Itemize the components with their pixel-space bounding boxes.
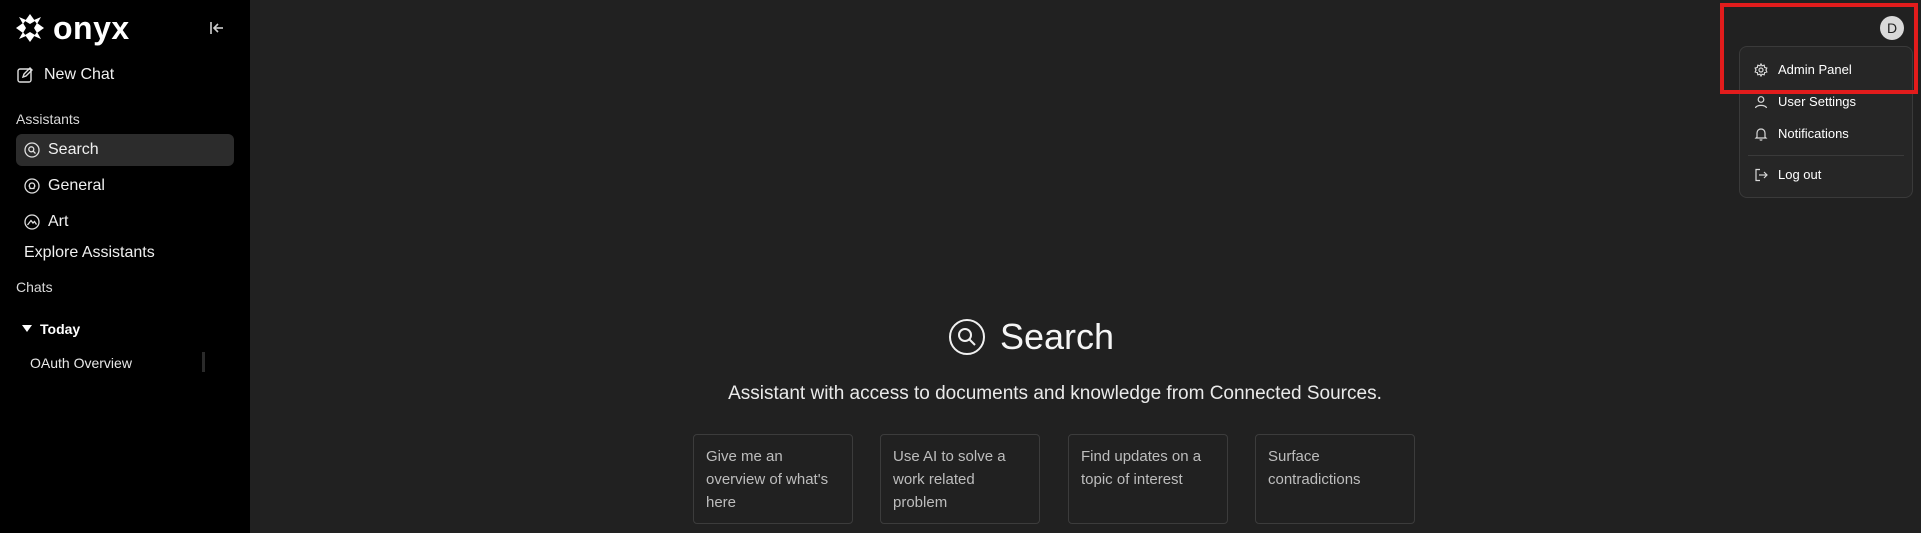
user-avatar[interactable]: D — [1880, 16, 1904, 40]
assistant-label: Search — [48, 141, 99, 158]
menu-item-label: Notifications — [1778, 126, 1849, 141]
gear-icon — [1754, 62, 1768, 77]
menu-item-label: Log out — [1778, 167, 1822, 182]
chat-item-oauth-overview[interactable]: OAuth Overview — [30, 355, 132, 371]
new-chat-button[interactable]: New Chat — [16, 66, 114, 84]
assistant-header: Search — [948, 317, 1114, 357]
search-icon — [24, 142, 40, 158]
caret-down-icon — [22, 325, 32, 332]
explore-assistants-link[interactable]: Explore Assistants — [24, 244, 155, 262]
menu-item-admin-panel[interactable]: Admin Panel — [1754, 62, 1852, 77]
sidebar: onyx New Chat Assistants Search General — [0, 0, 250, 533]
starter-card[interactable]: Find updates on a topic of interest — [1068, 434, 1228, 524]
assistant-description: Assistant with access to documents and k… — [728, 383, 1382, 404]
edit-icon — [17, 67, 33, 83]
palette-icon — [24, 214, 40, 230]
search-icon — [949, 319, 985, 355]
assistant-item-general[interactable]: General — [16, 170, 234, 202]
logout-icon — [1755, 168, 1768, 181]
new-chat-label: New Chat — [44, 66, 115, 83]
menu-item-label: User Settings — [1778, 94, 1857, 109]
menu-divider — [1748, 155, 1904, 156]
menu-item-log-out[interactable]: Log out — [1754, 167, 1821, 182]
assistants-heading: Assistants — [16, 111, 80, 127]
menu-item-user-settings[interactable]: User Settings — [1754, 94, 1856, 109]
collapse-sidebar-button[interactable] — [208, 19, 226, 37]
starter-card[interactable]: Give me an overview of what's here — [693, 434, 853, 524]
app-logo[interactable]: onyx — [15, 12, 130, 44]
app-name: onyx — [53, 10, 130, 46]
assistant-label: Art — [48, 213, 69, 230]
menu-item-notifications[interactable]: Notifications — [1754, 126, 1849, 141]
today-label: Today — [40, 321, 81, 337]
assistant-item-search[interactable]: Search — [16, 134, 234, 166]
menu-item-label: Admin Panel — [1778, 62, 1852, 77]
today-group-toggle[interactable]: Today — [22, 321, 80, 337]
chat-list-scrollbar[interactable] — [202, 352, 205, 372]
lightbulb-icon — [24, 178, 40, 194]
page-title: Search — [1000, 316, 1115, 357]
assistant-item-art[interactable]: Art — [16, 206, 234, 238]
onyx-logo-icon — [16, 14, 44, 42]
user-icon — [1754, 95, 1768, 108]
starter-card[interactable]: Use AI to solve a work related problem — [880, 434, 1040, 524]
starter-card[interactable]: Surface contradictions — [1255, 434, 1415, 524]
assistant-label: General — [48, 177, 105, 194]
user-menu: Admin Panel User Settings Notifications … — [1739, 46, 1913, 198]
bell-icon — [1754, 127, 1768, 141]
chats-heading: Chats — [16, 279, 53, 295]
collapse-sidebar-icon — [210, 22, 223, 34]
